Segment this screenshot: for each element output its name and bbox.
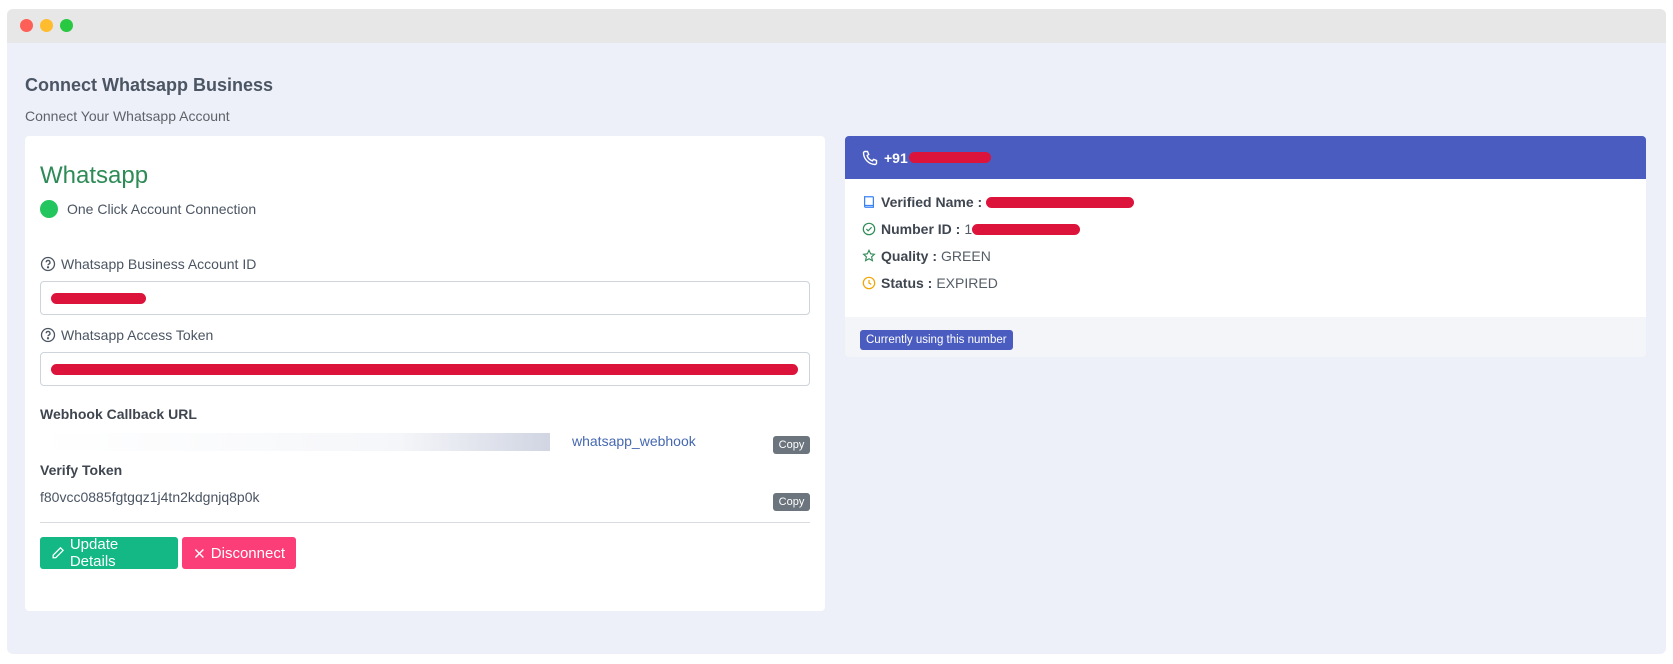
quality-row: Quality : GREEN bbox=[862, 248, 991, 264]
page-subtitle: Connect Your Whatsapp Account bbox=[25, 108, 230, 124]
close-window-button[interactable] bbox=[20, 19, 33, 32]
disconnect-button[interactable]: Disconnect bbox=[182, 537, 296, 569]
redaction-mark bbox=[51, 364, 798, 375]
update-details-button[interactable]: Update Details bbox=[40, 536, 178, 570]
window-titlebar bbox=[7, 9, 1666, 43]
verify-token-value: f80vcc0885fgtgqz1j4tn2kdgnjq8p0k bbox=[40, 489, 260, 505]
redaction-mark bbox=[972, 223, 1081, 235]
browser-window: Connect Whatsapp Business Connect Your W… bbox=[7, 9, 1666, 654]
question-circle-icon bbox=[40, 327, 56, 343]
book-icon bbox=[864, 196, 874, 208]
page-title: Connect Whatsapp Business bbox=[25, 75, 274, 95]
minimize-window-button[interactable] bbox=[40, 19, 53, 32]
whatsapp-settings-card: Whatsapp One Click Account Connection Wh… bbox=[25, 136, 825, 611]
status-indicator-icon bbox=[40, 200, 58, 218]
phone-number-card: +91 Verified Name : Number ID : 1 Qualit… bbox=[845, 136, 1646, 357]
redaction-mark bbox=[908, 152, 991, 163]
webhook-url-text: whatsapp_webhook bbox=[572, 433, 696, 449]
account-id-label-text: Whatsapp Business Account ID bbox=[61, 256, 257, 272]
blurred-url bbox=[40, 433, 550, 451]
webhook-label: Webhook Callback URL bbox=[40, 406, 197, 422]
clock-icon bbox=[862, 276, 876, 290]
phone-number-header: +91 bbox=[845, 136, 1646, 179]
access-token-label-text: Whatsapp Access Token bbox=[61, 327, 214, 343]
status-text: One Click Account Connection bbox=[67, 201, 257, 217]
copy-token-button[interactable]: Copy bbox=[773, 493, 810, 511]
number-id-row: Number ID : 1 bbox=[862, 221, 1081, 237]
status-row: Status : EXPIRED bbox=[862, 275, 998, 291]
question-circle-icon bbox=[40, 256, 56, 272]
number-details: Verified Name : Number ID : 1 Quality : … bbox=[845, 179, 1646, 317]
star-icon bbox=[862, 249, 876, 262]
divider bbox=[40, 522, 810, 523]
card-title: Whatsapp bbox=[40, 162, 149, 189]
access-token-label: Whatsapp Access Token bbox=[40, 327, 213, 343]
redaction-mark bbox=[51, 293, 146, 304]
verify-token-label: Verify Token bbox=[40, 462, 123, 478]
account-id-input[interactable] bbox=[40, 281, 810, 315]
x-icon bbox=[194, 548, 204, 558]
redaction-mark bbox=[986, 196, 1135, 208]
account-id-label: Whatsapp Business Account ID bbox=[40, 256, 256, 272]
current-number-badge: Currently using this number bbox=[860, 330, 1013, 350]
access-token-input[interactable] bbox=[40, 352, 810, 386]
webhook-url: whatsapp_webhook bbox=[40, 433, 740, 451]
maximize-window-button[interactable] bbox=[60, 19, 73, 32]
copy-webhook-button[interactable]: Copy bbox=[773, 436, 810, 454]
phone-number: +91 bbox=[884, 149, 908, 166]
verified-name-row: Verified Name : bbox=[862, 194, 1135, 210]
pencil-icon bbox=[52, 546, 65, 559]
connection-status: One Click Account Connection bbox=[40, 200, 256, 218]
check-circle-icon bbox=[862, 222, 876, 236]
phone-icon bbox=[862, 150, 878, 165]
